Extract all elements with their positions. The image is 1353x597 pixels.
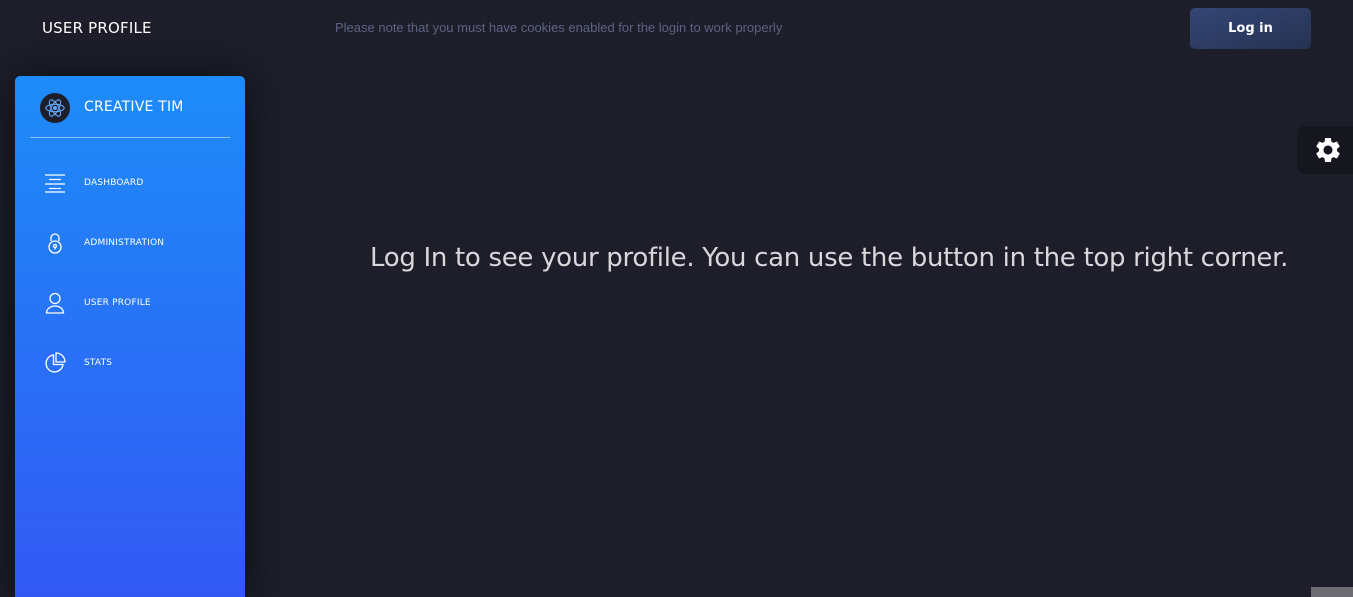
gear-icon xyxy=(1316,138,1340,162)
login-button[interactable]: Log in xyxy=(1190,8,1311,49)
pie-chart-icon xyxy=(43,351,67,375)
lock-icon xyxy=(43,231,67,255)
sidebar: CREATIVE TIM DASHBOARD ADMINISTRATION US… xyxy=(15,76,245,597)
user-icon xyxy=(43,291,67,315)
sidebar-item-label: DASHBOARD xyxy=(84,178,144,188)
sidebar-divider xyxy=(30,137,230,138)
top-navbar: USER PROFILE Please note that you must h… xyxy=(0,0,1353,58)
sidebar-item-stats[interactable]: STATS xyxy=(15,343,245,383)
sidebar-item-administration[interactable]: ADMINISTRATION xyxy=(15,223,245,263)
scroll-to-top-button[interactable] xyxy=(1311,587,1353,597)
sidebar-item-label: USER PROFILE xyxy=(84,298,151,308)
page-title[interactable]: USER PROFILE xyxy=(42,19,152,37)
align-center-icon xyxy=(43,171,67,195)
sidebar-item-label: STATS xyxy=(84,358,113,368)
sidebar-brand[interactable]: CREATIVE TIM xyxy=(84,99,184,115)
sidebar-item-dashboard[interactable]: DASHBOARD xyxy=(15,163,245,203)
login-prompt-message: Log In to see your profile. You can use … xyxy=(370,243,1289,273)
settings-button[interactable] xyxy=(1297,126,1353,174)
react-atom-icon[interactable] xyxy=(40,93,70,123)
cookie-notice: Please note that you must have cookies e… xyxy=(335,20,783,35)
sidebar-item-user-profile[interactable]: USER PROFILE xyxy=(15,283,245,323)
app-page: USER PROFILE Please note that you must h… xyxy=(0,0,1353,597)
sidebar-item-label: ADMINISTRATION xyxy=(84,238,165,248)
